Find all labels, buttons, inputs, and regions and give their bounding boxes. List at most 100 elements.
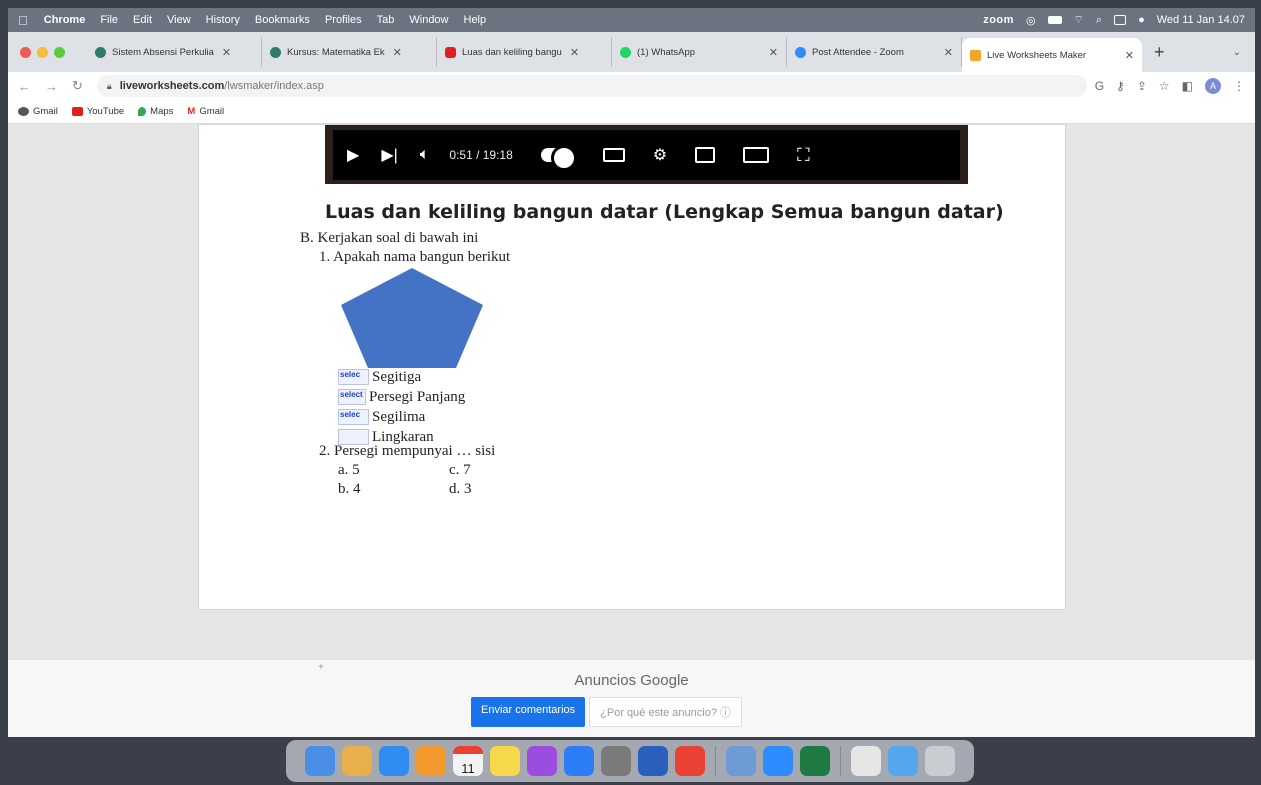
web-viewport: ▶ ▶| 🔈︎ 0:51 / 19:18 ⚙ ⛶ Luas dan kelili… (8, 124, 1255, 660)
tab-post-attendee-zoom[interactable]: Post Attendee - Zoom ✕ (787, 37, 962, 67)
address-bar[interactable]: 🔒︎ liveworksheets.com /lwsmaker/index.as… (96, 75, 1087, 97)
select-dropdown[interactable]: selec (338, 409, 369, 425)
sidepanel-icon[interactable]: ◧ (1182, 79, 1193, 93)
close-tab-icon[interactable]: ✕ (769, 46, 778, 59)
reload-icon[interactable]: ↻ (72, 78, 83, 94)
downloads-icon[interactable] (851, 746, 881, 776)
menu-profiles[interactable]: Profiles (325, 14, 362, 26)
menu-help[interactable]: Help (464, 14, 487, 26)
key-icon[interactable]: ⚷ (1116, 79, 1125, 93)
launchpad-icon[interactable] (342, 746, 372, 776)
video-embed[interactable]: ▶ ▶| 🔈︎ 0:51 / 19:18 ⚙ ⛶ (325, 125, 968, 184)
record-icon[interactable]: ◎ (1026, 14, 1036, 27)
notes-icon[interactable] (490, 746, 520, 776)
browser-toolbar: ← → ↻ 🔒︎ liveworksheets.com /lwsmaker/in… (8, 72, 1255, 100)
folder-icon[interactable] (888, 746, 918, 776)
select-dropdown[interactable]: selec (338, 369, 369, 385)
google-lens-icon[interactable]: G (1095, 79, 1104, 93)
close-window-button[interactable] (20, 46, 31, 58)
forward-icon[interactable]: → (45, 79, 58, 94)
appstore-icon[interactable] (564, 746, 594, 776)
answer-row: a. 5 c. 7 (300, 462, 560, 481)
menubar-clock[interactable]: Wed 11 Jan 14.07 (1157, 14, 1245, 26)
zoom-status-item[interactable]: zoom (983, 14, 1014, 26)
word-icon[interactable] (638, 746, 668, 776)
chrome-menu-icon[interactable]: ⋮ (1233, 79, 1245, 93)
send-feedback-button[interactable]: Enviar comentarios (471, 697, 586, 727)
subtitles-icon[interactable] (602, 148, 625, 162)
video-title: Luas dan keliling bangun datar (Lengkap … (325, 201, 1004, 223)
tab-label: (1) WhatsApp (637, 46, 696, 58)
finder-icon[interactable] (305, 746, 335, 776)
pentagon-polygon (341, 268, 483, 368)
tab-search-icon[interactable]: ⌄ (1233, 47, 1241, 58)
excel-icon[interactable] (800, 746, 830, 776)
safari-icon[interactable] (379, 746, 409, 776)
wifi-icon[interactable]: ⌔ (1074, 13, 1084, 27)
menu-file[interactable]: File (100, 14, 118, 26)
bookmark-gmail[interactable]: Gmail (18, 106, 58, 117)
share-icon[interactable]: ⇪ (1137, 79, 1147, 93)
bookmark-label: Gmail (33, 106, 58, 117)
close-tab-icon[interactable]: ✕ (1125, 49, 1134, 62)
lock-icon[interactable]: 🔒︎ (107, 81, 112, 92)
menu-tab[interactable]: Tab (377, 14, 395, 26)
menu-view[interactable]: View (167, 14, 191, 26)
apple-icon[interactable]:  (18, 13, 28, 28)
menu-history[interactable]: History (206, 14, 240, 26)
calendar-icon[interactable]: 11 (453, 746, 483, 776)
settings-gear-icon[interactable]: ⚙ (653, 145, 667, 165)
back-icon[interactable]: ← (18, 79, 31, 94)
maximize-window-button[interactable] (54, 46, 65, 58)
battery-icon[interactable] (1047, 16, 1062, 24)
profile-avatar[interactable]: A (1205, 78, 1221, 94)
menu-window[interactable]: Window (409, 14, 448, 26)
fullscreen-icon[interactable]: ⛶ (797, 145, 810, 166)
spotlight-icon[interactable]: ⌕ (1096, 14, 1102, 27)
tab-luas-keliling[interactable]: Luas dan keliling bangu ✕ (437, 37, 612, 67)
next-icon[interactable]: ▶| (381, 145, 397, 165)
option-label: Segitiga (372, 368, 422, 385)
autoplay-toggle[interactable] (540, 145, 577, 171)
tab-kursus-matematika[interactable]: Kursus: Matematika Ek ✕ (262, 37, 437, 67)
tab-live-worksheets[interactable]: Live Worksheets Maker ✕ (962, 38, 1142, 72)
miniplayer-icon[interactable] (695, 147, 716, 163)
minimize-window-button[interactable] (37, 46, 48, 58)
bookmark-maps[interactable]: Maps (138, 106, 173, 117)
menu-chrome[interactable]: Chrome (44, 14, 86, 26)
section-heading: B. Kerjakan soal di bawah ini (300, 230, 479, 246)
tab-label: Luas dan keliling bangu (462, 46, 562, 58)
bookmark-youtube[interactable]: YouTube (71, 106, 124, 117)
podcasts-icon[interactable] (527, 746, 557, 776)
chrome-icon[interactable] (675, 746, 705, 776)
menu-edit[interactable]: Edit (133, 14, 152, 26)
video-controls: ▶ ▶| 🔈︎ 0:51 / 19:18 ⚙ ⛶ (333, 130, 960, 180)
tab-whatsapp[interactable]: (1) WhatsApp ✕ (612, 37, 787, 67)
zoom-icon[interactable] (763, 746, 793, 776)
trash-icon[interactable] (925, 746, 955, 776)
close-tab-icon[interactable]: ✕ (570, 46, 579, 59)
close-tab-icon[interactable]: ✕ (944, 46, 953, 59)
bookmark-star-icon[interactable]: ☆ (1159, 79, 1170, 93)
bookmark-gmail-2[interactable]: M Gmail (187, 106, 224, 117)
close-tab-icon[interactable]: ✕ (393, 46, 402, 59)
settings-icon[interactable] (601, 746, 631, 776)
youtube-icon (71, 107, 83, 116)
theater-mode-icon[interactable] (743, 147, 770, 163)
preview-icon[interactable] (726, 746, 756, 776)
option-segitiga: selec Segitiga (338, 367, 465, 387)
control-center-icon[interactable] (1114, 15, 1127, 25)
siri-icon[interactable]: ● (1138, 14, 1145, 26)
why-this-ad-button[interactable]: ¿Por qué este anuncio? ⓘ (589, 697, 743, 727)
tab-label: Live Worksheets Maker (987, 49, 1087, 61)
new-tab-button[interactable]: + (1154, 42, 1165, 63)
answer-row: b. 4 d. 3 (300, 481, 560, 500)
select-dropdown[interactable]: select (338, 389, 366, 405)
photos-icon[interactable] (416, 746, 446, 776)
menu-bookmarks[interactable]: Bookmarks (255, 14, 310, 26)
play-icon[interactable]: ▶ (347, 145, 359, 165)
tab-sistem-absensi[interactable]: Sistem Absensi Perkulia ✕ (87, 37, 262, 67)
volume-icon[interactable]: 🔈︎ (420, 146, 430, 164)
close-tab-icon[interactable]: ✕ (222, 46, 231, 59)
pentagon-shape (341, 268, 483, 368)
